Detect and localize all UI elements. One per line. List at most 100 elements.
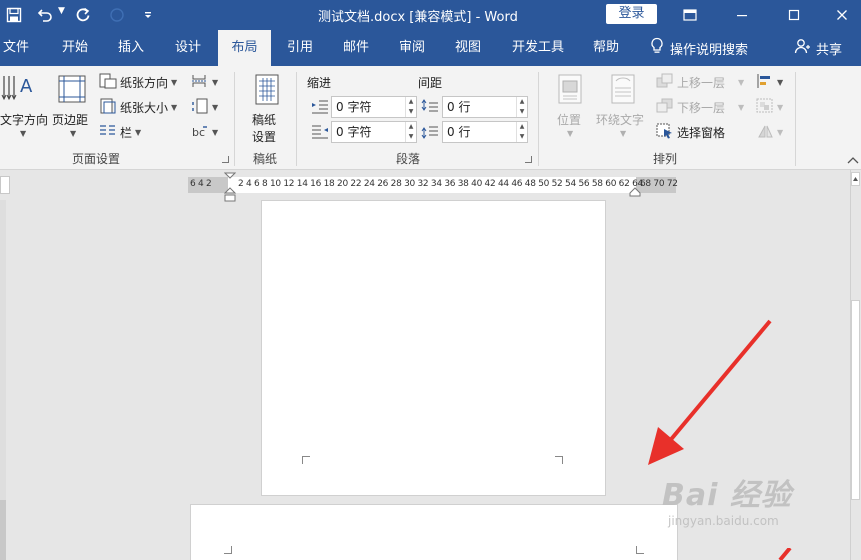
hyphenation-icon: bc [191,123,209,142]
indent-left-stepper-icon[interactable]: ▲ ▼ [405,97,416,117]
page-corner-mark [555,456,563,464]
tab-selector-button[interactable] [0,176,10,194]
columns-button[interactable]: 栏 ▼ [99,123,141,141]
scrollbar-thumb[interactable] [851,300,860,500]
position-icon[interactable] [557,74,585,106]
customize-qat-icon[interactable] [140,0,156,30]
line-numbers-icon [191,98,209,117]
tab-help[interactable]: 帮助 [588,30,624,66]
tab-layout[interactable]: 布局 [218,30,271,66]
svg-text:A: A [20,76,33,97]
login-button[interactable]: 登录 [606,4,657,24]
tab-references[interactable]: 引用 [282,30,318,66]
wrap-text-label[interactable]: 环绕文字 [596,111,644,128]
scroll-up-icon[interactable] [851,172,860,186]
spacing-before-input[interactable]: 0 行 ▲ ▼ [442,96,528,118]
touch-mode-icon[interactable] [106,0,128,30]
tab-file[interactable]: 文件 [0,30,32,66]
bring-forward-icon [656,73,674,92]
tab-review[interactable]: 审阅 [394,30,430,66]
indent-left-input[interactable]: 0 字符 ▲ ▼ [331,96,417,118]
manuscript-icon[interactable] [254,74,282,106]
position-label[interactable]: 位置 [557,111,581,128]
margins-icon[interactable] [57,74,87,104]
line-numbers-dropdown-icon: ▼ [212,102,219,112]
tab-mailings[interactable]: 邮件 [338,30,374,66]
ruler-left-numbers: 6 4 2 [190,179,212,189]
ruler-numbers: 2 4 6 8 10 12 14 16 18 20 22 24 26 28 30… [238,179,643,189]
tab-insert[interactable]: 插入 [112,30,150,66]
wrap-text-icon[interactable] [609,74,637,106]
margins-label[interactable]: 页边距 [52,111,88,128]
undo-icon[interactable] [34,0,56,30]
minimize-icon[interactable] [722,0,762,30]
indent-right-input[interactable]: 0 字符 ▲ ▼ [331,121,417,143]
save-icon[interactable] [2,0,26,30]
redo-icon[interactable] [72,0,94,30]
person-icon [794,38,810,58]
text-direction-label[interactable]: 文字方向 [0,111,48,128]
breaks-button[interactable]: ▼ [191,73,218,91]
spacing-title: 间距 [418,76,443,90]
position-dropdown-icon[interactable]: ▼ [567,129,573,138]
indent-marker-icon[interactable] [223,172,237,204]
maximize-icon[interactable] [774,0,814,30]
align-dropdown-icon: ▼ [777,77,784,87]
send-backward-dropdown-icon: ▼ [738,102,745,112]
document-page-2[interactable] [190,504,678,560]
rotate-button[interactable]: ▼ [756,123,783,141]
collapse-ribbon-icon[interactable] [846,154,860,164]
tell-me-search[interactable]: 操作说明搜索 [650,30,748,66]
group-divider [234,72,235,166]
line-numbers-button[interactable]: ▼ [191,98,218,116]
size-icon [99,98,117,117]
group-objects-dropdown-icon: ▼ [777,102,784,112]
ribbon-display-options-icon[interactable] [670,0,710,30]
annotation-arrow-fragment [778,548,792,560]
orientation-button[interactable]: 纸张方向 ▼ [99,73,177,91]
page-corner-mark [302,456,310,464]
wrap-text-dropdown-icon[interactable]: ▼ [620,129,626,138]
group-objects-button[interactable]: ▼ [756,98,783,116]
text-direction-icon[interactable]: A [0,72,44,104]
orientation-dropdown-icon: ▼ [171,77,178,87]
tab-developer[interactable]: 开发工具 [506,30,570,66]
indent-title: 缩进 [307,76,332,90]
paragraph-group-label: 段落 [396,152,421,166]
paragraph-launcher-icon[interactable] [525,156,532,163]
align-button[interactable]: ▼ [756,73,783,91]
document-page-1[interactable] [261,200,606,496]
indent-right-stepper-icon[interactable]: ▲ ▼ [405,122,416,142]
tab-view[interactable]: 视图 [450,30,486,66]
share-label: 共享 [816,42,843,58]
spacing-after-stepper-icon[interactable]: ▲ ▼ [516,122,527,142]
page-setup-group-label: 页面设置 [72,152,121,166]
tell-me-label: 操作说明搜索 [670,42,749,58]
bring-forward-dropdown-icon: ▼ [738,77,745,87]
watermark-logo: Bai 经验 [662,478,792,513]
undo-dropdown-icon[interactable]: ▼ [58,6,65,16]
selection-pane-button[interactable]: 选择窗格 [656,123,725,141]
spacing-after-input[interactable]: 0 行 ▲ ▼ [442,121,528,143]
group-divider [538,72,539,166]
spacing-after-icon [421,124,439,140]
right-indent-marker-icon[interactable] [629,186,641,197]
margins-dropdown-icon[interactable]: ▼ [70,129,76,138]
manuscript-label-line1[interactable]: 稿纸 [252,111,276,128]
send-backward-button[interactable]: 下移一层 ▼ [656,98,744,116]
arrange-group-label: 排列 [653,152,678,166]
hyphenation-button[interactable]: bc ▼ [191,123,218,141]
lightbulb-icon [650,37,664,59]
page-setup-launcher-icon[interactable] [222,156,229,163]
tab-home[interactable]: 开始 [56,30,94,66]
spacing-before-stepper-icon[interactable]: ▲ ▼ [516,97,527,117]
orientation-icon [99,73,117,92]
manuscript-label-line2[interactable]: 设置 [252,128,276,145]
bring-forward-button[interactable]: 上移一层 ▼ [656,73,744,91]
text-direction-dropdown-icon[interactable]: ▼ [20,129,26,138]
svg-text:bc: bc [192,126,205,139]
size-button[interactable]: 纸张大小 ▼ [99,98,177,116]
tab-design[interactable]: 设计 [168,30,208,66]
share-button[interactable]: 共享 [794,30,842,66]
close-icon[interactable] [822,0,861,30]
